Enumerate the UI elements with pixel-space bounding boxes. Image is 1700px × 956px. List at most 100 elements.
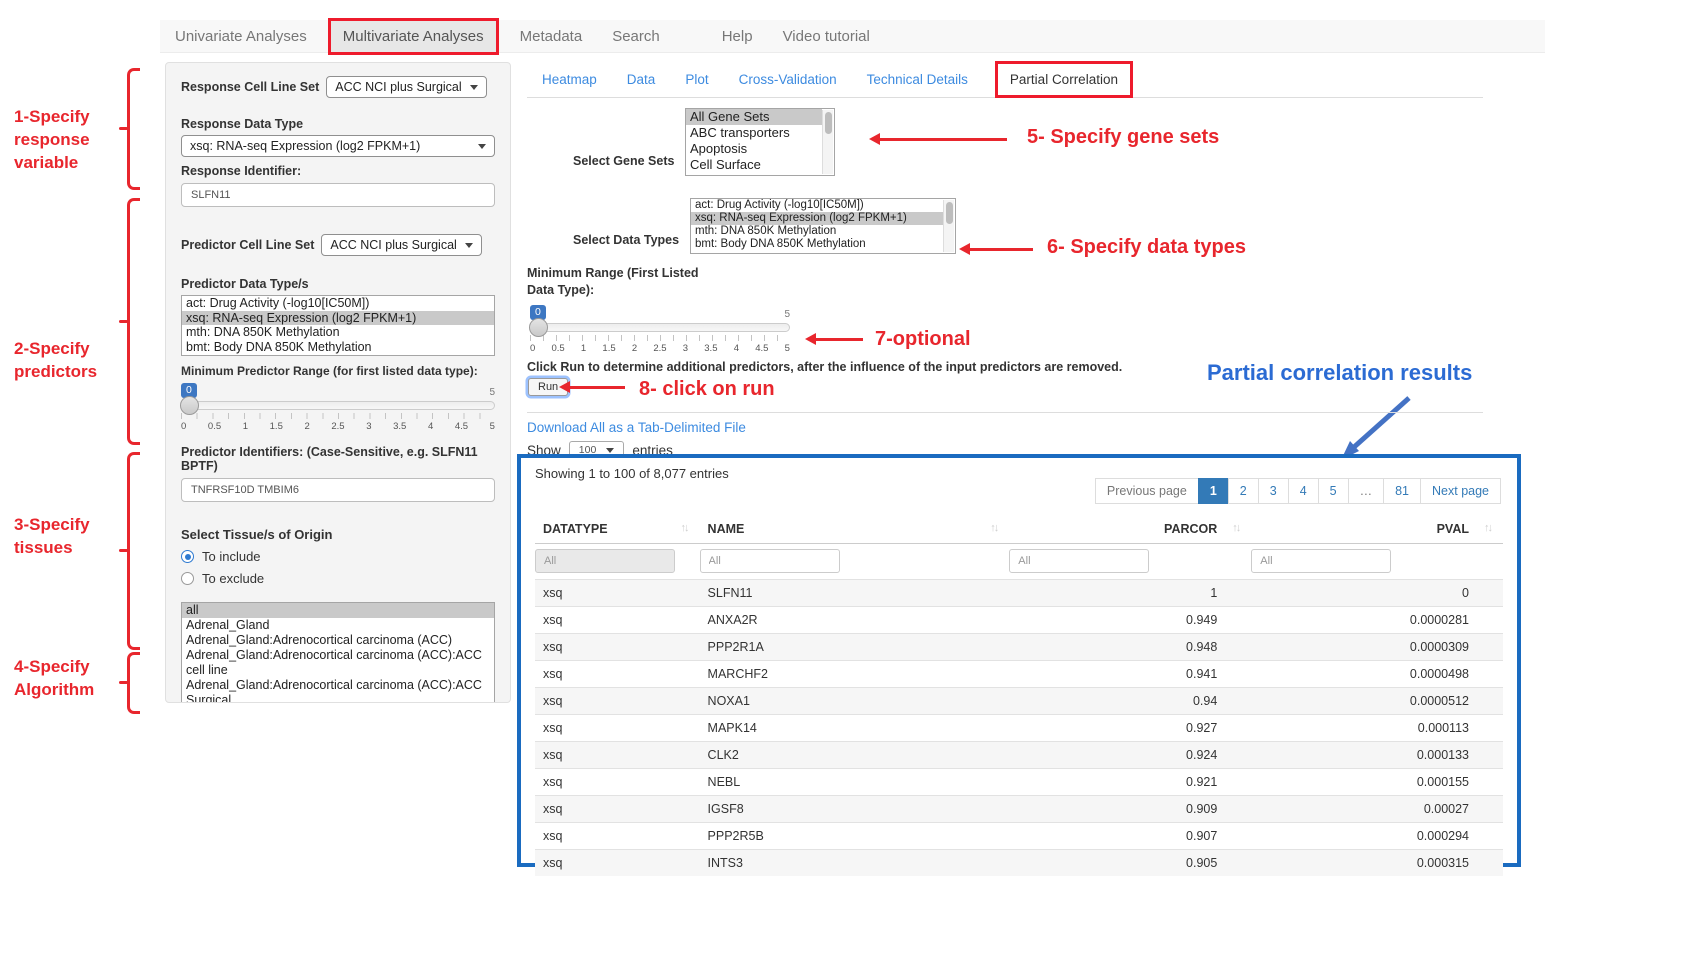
- listbox-option[interactable]: act: Drug Activity (-log10[IC50M]): [182, 296, 494, 311]
- pagination-button[interactable]: 2: [1228, 478, 1259, 504]
- listbox-option[interactable]: xsq: RNA-seq Expression (log2 FPKM+1): [691, 212, 943, 225]
- chevron-down-icon: [606, 448, 614, 453]
- tab-data[interactable]: Data: [612, 72, 671, 87]
- response-cell-line-select[interactable]: ACC NCI plus Surgical: [326, 76, 486, 98]
- filter-pval-input[interactable]: [1251, 549, 1391, 573]
- listbox-option[interactable]: Adrenal_Gland:Adrenocortical carcinoma (…: [182, 678, 494, 703]
- response-data-type-label: Response Data Type: [181, 117, 495, 131]
- sort-icon[interactable]: ↑↓: [681, 522, 688, 534]
- tab-technical-details[interactable]: Technical Details: [852, 72, 983, 87]
- response-identifier-label: Response Identifier:: [181, 164, 495, 178]
- pagination-button[interactable]: 4: [1288, 478, 1319, 504]
- listbox-option[interactable]: Adrenal_Gland: [182, 618, 494, 633]
- nav-item-metadata[interactable]: Metadata: [505, 28, 598, 45]
- cell-datatype: xsq: [535, 823, 700, 850]
- main-content: Heatmap Data Plot Cross-Validation Techn…: [527, 62, 1547, 922]
- slider-tick-label: 2: [632, 343, 637, 354]
- listbox-option[interactable]: bmt: Body DNA 850K Methylation: [691, 238, 943, 251]
- cell-pval: 0.0000309: [1251, 634, 1503, 661]
- cell-name: CLK2: [700, 742, 1010, 769]
- cell-name: NOXA1: [700, 688, 1010, 715]
- annotation-step1: 1-Specify response variable: [14, 106, 90, 175]
- min-predictor-range-slider[interactable]: 0 5 00.511.522.533.544.55: [181, 382, 495, 432]
- column-header-datatype[interactable]: DATATYPE↑↓: [535, 515, 700, 544]
- slider-tick-label: 3: [683, 343, 688, 354]
- response-data-type-select[interactable]: xsq: RNA-seq Expression (log2 FPKM+1): [181, 135, 495, 157]
- download-all-link[interactable]: Download All as a Tab-Delimited File: [527, 420, 746, 435]
- cell-datatype: xsq: [535, 769, 700, 796]
- column-header-parcor[interactable]: PARCOR↑↓: [1009, 515, 1251, 544]
- filter-parcor-input[interactable]: [1009, 549, 1149, 573]
- listbox-option[interactable]: xsq: RNA-seq Expression (log2 FPKM+1): [182, 311, 494, 326]
- tab-heatmap[interactable]: Heatmap: [527, 72, 612, 87]
- scrollbar[interactable]: [822, 110, 833, 174]
- data-types-listbox[interactable]: act: Drug Activity (-log10[IC50M])xsq: R…: [690, 198, 956, 254]
- scrollbar-thumb[interactable]: [946, 202, 953, 224]
- table-row: xsq MARCHF2 0.941 0.0000498: [535, 661, 1503, 688]
- predictor-data-types-label: Predictor Data Type/s: [181, 277, 495, 291]
- chevron-down-icon: [478, 144, 486, 149]
- pagination-button[interactable]: 5: [1318, 478, 1349, 504]
- slider-tick-label: 0: [181, 421, 186, 432]
- tissue-exclude-radio[interactable]: To exclude: [181, 571, 495, 586]
- nav-item-help[interactable]: Help: [707, 28, 768, 45]
- listbox-option[interactable]: bmt: Body DNA 850K Methylation: [182, 340, 494, 355]
- listbox-option[interactable]: mth: DNA 850K Methylation: [182, 325, 494, 340]
- nav-item-video-tutorial[interactable]: Video tutorial: [768, 28, 885, 45]
- slider-handle[interactable]: [180, 396, 199, 415]
- listbox-option[interactable]: ABC transporters: [686, 125, 822, 141]
- tab-plot[interactable]: Plot: [670, 72, 723, 87]
- cell-parcor: 0.941: [1009, 661, 1251, 688]
- response-identifier-input[interactable]: [181, 183, 495, 207]
- tissue-listbox[interactable]: allAdrenal_GlandAdrenal_Gland:Adrenocort…: [181, 602, 495, 703]
- tab-partial-correlation[interactable]: Partial Correlation: [995, 61, 1133, 98]
- slider-track[interactable]: [181, 401, 495, 410]
- table-body: xsq SLFN11 1 0 xsq ANXA2R 0.949 0.000028…: [535, 580, 1503, 877]
- predictor-identifiers-input[interactable]: [181, 478, 495, 502]
- filter-name-input[interactable]: [700, 549, 840, 573]
- cell-name: IGSF8: [700, 796, 1010, 823]
- tissue-include-radio[interactable]: To include: [181, 549, 495, 564]
- nav-item-search[interactable]: Search: [597, 28, 675, 45]
- listbox-option[interactable]: all: [182, 603, 494, 618]
- listbox-option[interactable]: All Gene Sets: [686, 109, 822, 125]
- cell-parcor: 0.921: [1009, 769, 1251, 796]
- listbox-option[interactable]: act: Drug Activity (-log10[IC50M]): [691, 199, 943, 212]
- cell-datatype: xsq: [535, 715, 700, 742]
- gene-sets-listbox[interactable]: All Gene SetsABC transportersApoptosisCe…: [685, 108, 835, 176]
- sort-icon[interactable]: ↑↓: [1484, 522, 1491, 534]
- pagination-button[interactable]: Next page: [1420, 478, 1501, 504]
- min-range-slider[interactable]: 0 5 00.511.522.533.544.55: [530, 304, 790, 354]
- predictor-cell-line-select[interactable]: ACC NCI plus Surgical: [321, 234, 481, 256]
- cell-name: NEBL: [700, 769, 1010, 796]
- cell-pval: 0: [1251, 580, 1503, 607]
- scrollbar-thumb[interactable]: [825, 112, 832, 134]
- pagination-button[interactable]: 81: [1383, 478, 1421, 504]
- cell-parcor: 0.905: [1009, 850, 1251, 877]
- listbox-option[interactable]: Adrenal_Gland:Adrenocortical carcinoma (…: [182, 648, 494, 678]
- column-header-pval[interactable]: PVAL↑↓: [1251, 515, 1503, 544]
- pagination-button[interactable]: 1: [1198, 478, 1229, 504]
- predictor-data-types-listbox[interactable]: act: Drug Activity (-log10[IC50M])xsq: R…: [181, 295, 495, 356]
- table-row: xsq NEBL 0.921 0.000155: [535, 769, 1503, 796]
- sort-icon[interactable]: ↑↓: [1232, 522, 1239, 534]
- pagination-button[interactable]: …: [1348, 478, 1385, 504]
- tab-cross-validation[interactable]: Cross-Validation: [724, 72, 852, 87]
- pagination-button[interactable]: 3: [1258, 478, 1289, 504]
- sort-icon[interactable]: ↑↓: [990, 522, 997, 534]
- listbox-option[interactable]: Cell Surface: [686, 157, 822, 173]
- pagination-button[interactable]: Previous page: [1095, 478, 1199, 504]
- listbox-option[interactable]: mth: DNA 850K Methylation: [691, 225, 943, 238]
- nav-item-univariate-analyses[interactable]: Univariate Analyses: [160, 28, 322, 45]
- slider-handle[interactable]: [529, 318, 548, 337]
- slider-tick-label: 2: [304, 421, 309, 432]
- listbox-option[interactable]: Adrenal_Gland:Adrenocortical carcinoma (…: [182, 633, 494, 648]
- nav-item-multivariate-analyses[interactable]: Multivariate Analyses: [328, 18, 499, 55]
- cell-parcor: 1: [1009, 580, 1251, 607]
- column-header-name[interactable]: NAME↑↓: [700, 515, 1010, 544]
- filter-datatype-input[interactable]: [535, 549, 675, 573]
- scrollbar[interactable]: [943, 200, 954, 252]
- bracket-step3: [127, 452, 140, 650]
- listbox-option[interactable]: Apoptosis: [686, 141, 822, 157]
- slider-track[interactable]: [530, 323, 790, 332]
